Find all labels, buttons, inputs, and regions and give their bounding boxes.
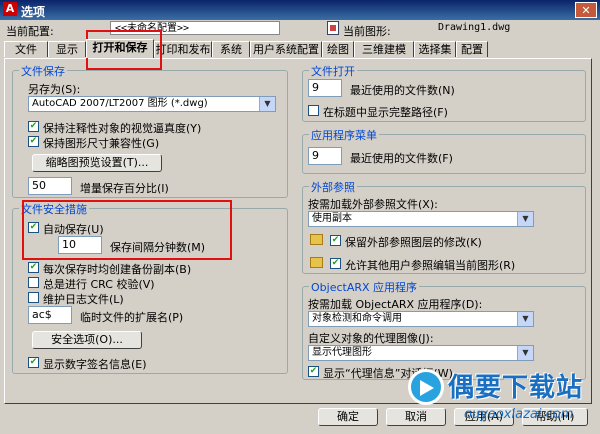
tab-3d-modeling[interactable]: 三维建模 <box>354 41 414 57</box>
file-open-recent-input[interactable]: 9 <box>308 79 342 97</box>
arx-demand-load-value: 对象检测和命令调用 <box>312 313 402 324</box>
save-as-value: AutoCAD 2007/LT2007 图形 (*.dwg) <box>32 98 208 109</box>
digital-signature-label: 显示数字签名信息(E) <box>43 358 147 371</box>
arx-demand-load-select[interactable]: 对象检测和命令调用 ▼ <box>308 311 534 327</box>
incremental-save-label: 增量保存百分比(I) <box>80 182 169 195</box>
tab-selection[interactable]: 选择集 <box>414 41 456 57</box>
security-options-button[interactable]: 安全选项(O)... <box>32 331 142 349</box>
log-file-checkbox[interactable] <box>28 292 39 303</box>
close-button[interactable]: ✕ <box>575 2 597 18</box>
save-interval-label: 保存间隔分钟数(M) <box>110 241 206 254</box>
crc-check-label: 总是进行 CRC 校验(V) <box>43 278 155 291</box>
save-as-select[interactable]: AutoCAD 2007/LT2007 图形 (*.dwg) ▼ <box>28 96 276 112</box>
xref-legend: 外部参照 <box>309 179 357 195</box>
watermark-url: ouyaoxiazai.com <box>464 407 574 422</box>
app-menu-recent-label: 最近使用的文件数(F) <box>350 152 453 165</box>
temp-extension-input[interactable]: ac$ <box>28 306 72 324</box>
watermark-text: 偶要下载站 <box>448 373 584 403</box>
incremental-save-input[interactable]: 50 <box>28 177 72 195</box>
file-open-recent-label: 最近使用的文件数(N) <box>350 84 455 97</box>
full-path-label: 在标题中显示完整路径(F) <box>323 106 448 119</box>
proxy-image-value: 显示代理图形 <box>312 347 372 358</box>
save-as-label: 另存为(S): <box>28 83 81 96</box>
retain-xref-changes-label: 保留外部参照图层的修改(K) <box>345 236 482 249</box>
retain-xref-changes-checkbox[interactable]: ✔ <box>330 235 341 246</box>
thumbnail-settings-button[interactable]: 缩略图预览设置(T)... <box>32 154 162 172</box>
chevron-down-icon[interactable]: ▼ <box>259 97 275 111</box>
full-path-checkbox[interactable] <box>308 105 319 116</box>
backup-copy-checkbox[interactable]: ✔ <box>28 262 39 273</box>
backup-copy-label: 每次保存时均创建备份副本(B) <box>43 263 192 276</box>
tab-system[interactable]: 系统 <box>212 41 250 57</box>
arx-demand-load-label: 按需加载 ObjectARX 应用程序(D): <box>308 298 483 311</box>
allow-xref-edit-checkbox[interactable]: ✔ <box>330 258 341 269</box>
chevron-down-icon[interactable]: ▼ <box>517 312 533 326</box>
allow-xref-edit-label: 允许其他用户参照编辑当前图形(R) <box>345 259 516 272</box>
chevron-down-icon[interactable]: ▼ <box>517 346 533 360</box>
proxy-image-select[interactable]: 显示代理图形 ▼ <box>308 345 534 361</box>
autosave-checkbox[interactable]: ✔ <box>28 222 39 233</box>
proxy-dialog-checkbox[interactable]: ✔ <box>308 366 319 377</box>
keep-drawing-size-label: 保持图形尺寸兼容性(G) <box>43 137 160 150</box>
xref-demand-load-select[interactable]: 使用副本 ▼ <box>308 211 534 227</box>
watermark: 偶要下载站 ouyaoxiazai.com <box>408 365 598 431</box>
file-open-legend: 文件打开 <box>309 63 357 79</box>
save-interval-input[interactable]: 10 <box>58 236 102 254</box>
objectarx-legend: ObjectARX 应用程序 <box>309 279 420 295</box>
xref-layer-icon <box>310 234 323 245</box>
temp-extension-label: 临时文件的扩展名(P) <box>80 311 184 324</box>
play-logo-icon <box>408 369 444 405</box>
ok-button[interactable]: 确定 <box>318 408 378 426</box>
current-profile-label: 当前配置: <box>6 25 54 38</box>
xref-demand-load-value: 使用副本 <box>312 213 352 224</box>
current-drawing-value: Drawing1.dwg <box>438 22 511 33</box>
current-profile-value: <<未命名配置>> <box>110 21 280 35</box>
current-drawing-label: 当前图形: <box>343 25 391 38</box>
proxy-image-label: 自定义对象的代理图像(J): <box>308 332 434 345</box>
crc-check-checkbox[interactable] <box>28 277 39 288</box>
title-bar[interactable]: A 选项 ✕ <box>0 0 600 20</box>
log-file-label: 维护日志文件(L) <box>43 293 124 306</box>
file-safety-legend: 文件安全措施 <box>19 201 89 217</box>
autosave-label: 自动保存(U) <box>43 223 104 236</box>
keep-drawing-size-checkbox[interactable]: ✔ <box>28 136 39 147</box>
tab-drafting[interactable]: 绘图 <box>322 41 354 57</box>
app-menu-recent-input[interactable]: 9 <box>308 147 342 165</box>
tab-plot-and-publish[interactable]: 打印和发布 <box>154 41 212 57</box>
tab-profiles[interactable]: 配置 <box>456 41 488 57</box>
tab-user-preferences[interactable]: 用户系统配置 <box>250 41 322 57</box>
chevron-down-icon[interactable]: ▼ <box>517 212 533 226</box>
drawing-file-icon <box>327 21 339 35</box>
xref-edit-icon <box>310 257 323 268</box>
autocad-logo-icon: A <box>3 2 17 16</box>
tab-open-and-save[interactable]: 打开和保存 <box>86 39 154 58</box>
keep-annotative-label: 保持注释性对象的视觉逼真度(Y) <box>43 122 202 135</box>
window-title: 选项 <box>21 5 46 19</box>
options-dialog: A 选项 ✕ 当前配置: <<未命名配置>> 当前图形: Drawing1.dw… <box>0 0 600 434</box>
file-save-legend: 文件保存 <box>19 63 67 79</box>
xref-demand-load-label: 按需加载外部参照文件(X): <box>308 198 438 211</box>
tab-display[interactable]: 显示 <box>48 41 86 57</box>
keep-annotative-checkbox[interactable]: ✔ <box>28 121 39 132</box>
tab-files[interactable]: 文件 <box>4 41 48 57</box>
app-menu-legend: 应用程序菜单 <box>309 127 379 143</box>
digital-signature-checkbox[interactable]: ✔ <box>28 357 39 368</box>
